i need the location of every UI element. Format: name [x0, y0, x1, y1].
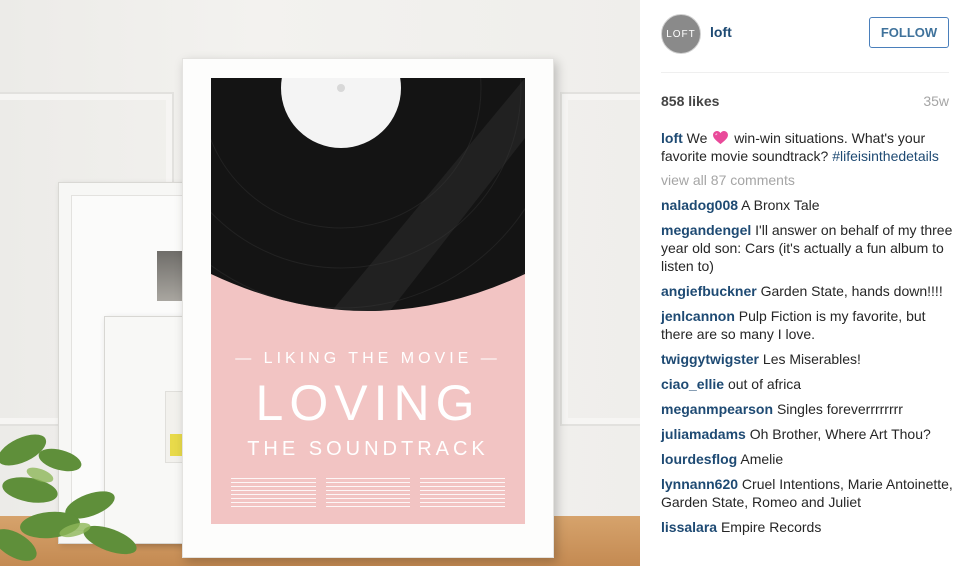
comment-item: jenlcannon Pulp Fiction is my favorite, … — [661, 307, 953, 343]
comment-item: angiefbuckner Garden State, hands down!!… — [661, 282, 953, 300]
comment-username-link[interactable]: ciao_ellie — [661, 376, 724, 392]
comment-item: ciao_ellie out of africa — [661, 375, 953, 393]
caption-username-link[interactable]: loft — [661, 130, 683, 146]
comment-item: lourdesflog Amelie — [661, 450, 953, 468]
plant-image — [0, 434, 137, 561]
comment-text: Empire Records — [720, 519, 822, 535]
comment-username-link[interactable]: jenlcannon — [661, 308, 735, 324]
comment-username-link[interactable]: meganmpearson — [661, 401, 773, 417]
comment-text: Garden State, hands down!!!! — [760, 283, 943, 299]
poster-title: LOVING — [255, 375, 481, 431]
comment-username-link[interactable]: twiggytwigster — [661, 351, 759, 367]
comment-text: A Bronx Tale — [741, 197, 820, 213]
heart-emoji-icon — [713, 131, 729, 145]
caption: loft We win-win situations. What's your … — [661, 129, 953, 165]
username-link[interactable]: loft — [710, 24, 732, 40]
divider — [661, 72, 949, 73]
comment-text: Oh Brother, Where Art Thou? — [749, 426, 931, 442]
comment-item: juliamadams Oh Brother, Where Art Thou? — [661, 425, 953, 443]
comment-item: lynnann620 Cruel Intentions, Marie Antoi… — [661, 475, 953, 511]
post-sidebar: LOFT loft FOLLOW 858 likes 35w loft We w… — [640, 0, 970, 566]
comment-username-link[interactable]: megandengel — [661, 222, 751, 238]
comment-username-link[interactable]: angiefbuckner — [661, 283, 757, 299]
follow-button[interactable]: FOLLOW — [869, 17, 949, 48]
poster: — LIKING THE MOVIE — LOVING THE SOUNDTRA… — [211, 78, 525, 524]
comment-username-link[interactable]: lissalara — [661, 519, 717, 535]
caption-text: We — [686, 130, 708, 146]
avatar[interactable]: LOFT — [661, 14, 701, 54]
instagram-post-view: — LIKING THE MOVIE — LOVING THE SOUNDTRA… — [0, 0, 970, 566]
comment-text: Singles foreverrrrrrrr — [776, 401, 903, 417]
post-photo[interactable]: — LIKING THE MOVIE — LOVING THE SOUNDTRA… — [0, 0, 640, 566]
post-header: LOFT loft FOLLOW — [640, 0, 970, 70]
comment-item: megandengel I'll answer on behalf of my … — [661, 221, 953, 275]
comment-text: Amelie — [740, 451, 784, 467]
comment-text: Les Miserables! — [762, 351, 861, 367]
hashtag-link[interactable]: #lifeisinthedetails — [832, 148, 939, 164]
comment-text: out of africa — [727, 376, 802, 392]
poster-subtitle-top: — LIKING THE MOVIE — — [235, 350, 501, 367]
comment-item: twiggytwigster Les Miserables! — [661, 350, 953, 368]
framed-photo — [157, 251, 183, 301]
comment-list: naladog008 A Bronx Tale megandengel I'll … — [661, 196, 953, 536]
view-all-comments-link[interactable]: view all 87 comments — [661, 171, 953, 189]
comment-username-link[interactable]: lourdesflog — [661, 451, 737, 467]
wall-panel — [560, 92, 640, 426]
comments-feed: loft We win-win situations. What's your … — [661, 129, 953, 543]
comment-username-link[interactable]: juliamadams — [661, 426, 746, 442]
comment-username-link[interactable]: naladog008 — [661, 197, 738, 213]
comment-item: meganmpearson Singles foreverrrrrrrr — [661, 400, 953, 418]
poster-subtitle-bottom: THE SOUNDTRACK — [247, 438, 489, 460]
comment-username-link[interactable]: lynnann620 — [661, 476, 738, 492]
comment-item: lissalara Empire Records — [661, 518, 953, 536]
post-age[interactable]: 35w — [923, 93, 949, 109]
likes-count[interactable]: 858 likes — [661, 93, 719, 109]
comment-item: naladog008 A Bronx Tale — [661, 196, 953, 214]
poster-body-copy — [231, 478, 506, 508]
